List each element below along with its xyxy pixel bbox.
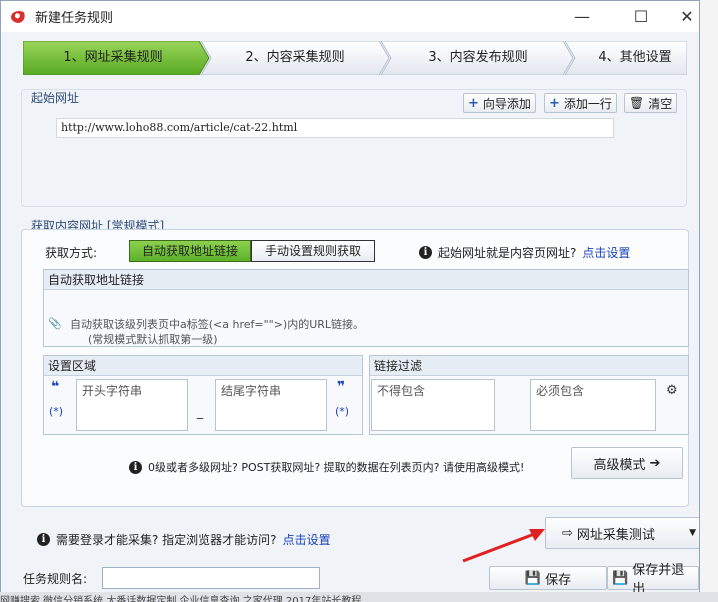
- advanced-tip-text: 0级或者多级网址? POST获取网址? 提取的数据在列表页内? 请使用高级模式!: [148, 461, 525, 474]
- save-label: 保存: [545, 572, 572, 588]
- guide-add-label: 向导添加: [482, 96, 531, 111]
- task-name-input[interactable]: [102, 567, 320, 589]
- start-wildcard: (*): [49, 405, 64, 418]
- start-string-input[interactable]: 开头字符串: [76, 379, 188, 431]
- close-button[interactable]: ✕: [664, 1, 699, 32]
- app-logo-icon: [11, 10, 27, 23]
- login-tip-row: i 需要登录才能采集? 指定浏览器才能访问? 点击设置: [37, 531, 331, 548]
- task-rule-window: 新建任务规则 — ☐ ✕ 1、网址采集规则 2、内容采集规则 3、内容发布规则 …: [0, 0, 700, 602]
- step-publish-rule[interactable]: 3、内容发布规则: [389, 41, 567, 75]
- plus-icon: +: [549, 95, 560, 111]
- login-tip-text: 需要登录才能采集? 指定浏览器才能访问?: [56, 533, 277, 547]
- gear-icon[interactable]: ⚙: [666, 383, 678, 398]
- auto-link-desc1-text: 自动获取该级列表页中a标签(<a href="">)内的URL链接。: [70, 318, 365, 331]
- start-is-content-text: 起始网址就是内容页网址?: [438, 246, 577, 260]
- chevron-down-icon[interactable]: ▼: [689, 528, 696, 538]
- clear-button[interactable]: 🗑 清空: [624, 93, 678, 113]
- start-is-content-row: i 起始网址就是内容页网址? 点击设置: [419, 244, 630, 261]
- save-exit-button[interactable]: 💾 保存并退出: [607, 563, 699, 597]
- url-collect-test-label: 网址采集测试: [576, 527, 655, 543]
- maximize-button[interactable]: ☐: [618, 1, 664, 32]
- advanced-mode-label: 高级模式: [593, 457, 646, 473]
- trash-icon: 🗑: [629, 96, 645, 110]
- step-url-rule[interactable]: 1、网址采集规则: [23, 41, 203, 75]
- save-button[interactable]: 💾 保存: [489, 566, 607, 590]
- title-bar: 新建任务规则 — ☐ ✕: [1, 1, 699, 32]
- minimize-button[interactable]: —: [559, 1, 605, 32]
- open-quote-icon: ❝: [51, 379, 60, 395]
- background-window-edge: [700, 0, 718, 602]
- auto-link-box: 自动获取地址链接 📎 自动获取该级列表页中a标签(<a href="">)内的U…: [43, 269, 689, 347]
- auto-link-toggle[interactable]: 自动获取地址链接: [129, 240, 251, 262]
- end-wildcard: (*): [335, 405, 350, 418]
- auto-link-desc1: 📎 自动获取该级列表页中a标签(<a href="">)内的URL链接。: [48, 316, 365, 332]
- info-icon: i: [419, 246, 432, 259]
- step-content-rule[interactable]: 2、内容采集规则: [209, 41, 381, 75]
- manual-rule-toggle[interactable]: 手动设置规则获取: [251, 240, 375, 262]
- taskbar: 网赚搜索 微信分销系统 大番话数据定制 企业信息查询 之家代理 2017年站长教…: [0, 592, 718, 602]
- advanced-mode-button[interactable]: 高级模式 ➔: [571, 447, 683, 479]
- floppy-icon: 💾: [524, 570, 542, 586]
- close-quote-icon: ❞: [337, 379, 346, 395]
- arrow-right-icon: ➔: [649, 455, 661, 471]
- end-string-input[interactable]: 结尾字符串: [215, 379, 327, 431]
- floppy-icon: 💾: [612, 570, 629, 586]
- info-icon: i: [37, 533, 50, 546]
- guide-add-button[interactable]: + 向导添加: [463, 93, 536, 113]
- region-dash: _: [197, 405, 203, 419]
- plus-icon: +: [468, 95, 479, 111]
- must-contain-input[interactable]: 必须包含: [530, 379, 656, 431]
- auto-link-desc2: (常规模式默认抓取第一级): [88, 333, 218, 346]
- start-url-input[interactable]: http://www.loho88.com/article/cat-22.htm…: [56, 118, 614, 138]
- window-title: 新建任务规则: [35, 11, 114, 26]
- paperclip-icon: 📎: [48, 317, 62, 330]
- test-run-icon: ⇨: [562, 525, 573, 541]
- task-name-label: 任务规则名:: [23, 572, 88, 586]
- step-wizard: 1、网址采集规则 2、内容采集规则 3、内容发布规则 4、其他设置: [23, 41, 687, 75]
- advanced-tip: i 0级或者多级网址? POST获取网址? 提取的数据在列表页内? 请使用高级模…: [129, 459, 524, 475]
- start-is-content-link[interactable]: 点击设置: [582, 244, 630, 261]
- info-icon: i: [129, 460, 142, 474]
- login-setting-link[interactable]: 点击设置: [283, 531, 331, 548]
- step-other-settings[interactable]: 4、其他设置: [575, 41, 695, 75]
- url-collect-test-button[interactable]: ⇨ 网址采集测试 ▼: [545, 517, 699, 549]
- auto-link-header: 自动获取地址链接: [44, 270, 688, 290]
- add-row-label: 添加一行: [563, 96, 612, 111]
- fetch-method-label: 获取方式:: [45, 246, 98, 260]
- filter-header: 链接过滤: [370, 356, 688, 376]
- region-header: 设置区域: [44, 356, 362, 376]
- add-row-button[interactable]: + 添加一行: [544, 93, 617, 113]
- clear-label: 清空: [648, 96, 673, 111]
- red-arrow-annotation: [462, 529, 545, 563]
- not-contain-input[interactable]: 不得包含: [371, 379, 495, 431]
